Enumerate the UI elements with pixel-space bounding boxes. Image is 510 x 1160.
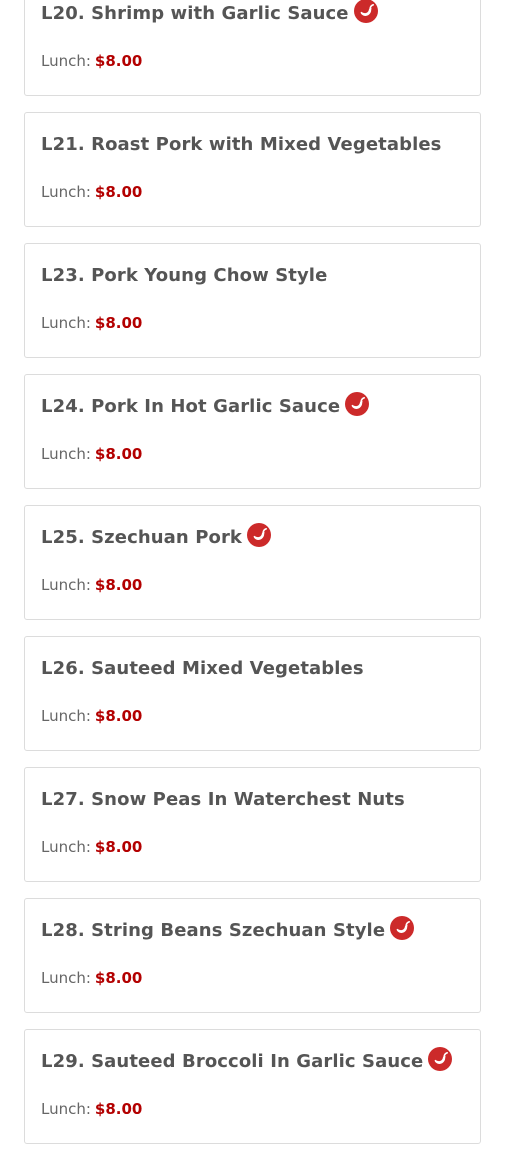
menu-item-name: L27. Snow Peas In Waterchest Nuts [41,788,405,810]
menu-item-name: L23. Pork Young Chow Style [41,264,328,286]
price-value: $8.00 [94,314,143,332]
spicy-pepper-icon [345,392,370,416]
price-label: Lunch: [41,52,91,70]
menu-item-name: L26. Sauteed Mixed Vegetables [41,657,364,679]
price-label: Lunch: [41,576,91,594]
spicy-pepper-icon [247,523,272,547]
price-value: $8.00 [94,576,143,594]
menu-item-title-row: L20. Shrimp with Garlic Sauce [41,0,378,28]
menu-item-name: L29. Sauteed Broccoli In Garlic Sauce [41,1050,424,1072]
menu-item-card[interactable]: L27. Snow Peas In Waterchest Nuts Lunch:… [24,767,481,882]
menu-item-price-row: Lunch: $8.00 [41,707,142,725]
menu-item-list: L20. Shrimp with Garlic Sauce Lunch: $8.0… [24,0,481,1160]
menu-item-price-row: Lunch: $8.00 [41,969,142,987]
price-label: Lunch: [41,445,91,463]
menu-item-card[interactable]: L26. Sauteed Mixed Vegetables Lunch: $8.0… [24,636,481,751]
price-value: $8.00 [94,52,143,70]
price-value: $8.00 [94,838,143,856]
menu-item-card[interactable]: L20. Shrimp with Garlic Sauce Lunch: $8.0… [24,0,481,96]
price-label: Lunch: [41,838,91,856]
menu-item-card[interactable]: L29. Sauteed Broccoli In Garlic Sauce Lu… [24,1029,481,1144]
menu-item-name: L20. Shrimp with Garlic Sauce [41,2,349,24]
menu-item-title-row: L27. Snow Peas In Waterchest Nuts [41,784,405,814]
price-label: Lunch: [41,183,91,201]
menu-item-title-row: L24. Pork In Hot Garlic Sauce [41,391,370,421]
price-value: $8.00 [94,1100,143,1118]
menu-item-name: L21. Roast Pork with Mixed Vegetables [41,133,442,155]
menu-item-title-row: L25. Szechuan Pork [41,522,272,552]
menu-item-card[interactable]: L24. Pork In Hot Garlic Sauce Lunch: $8.0… [24,374,481,489]
price-value: $8.00 [94,445,143,463]
menu-item-price-row: Lunch: $8.00 [41,576,142,594]
menu-item-name: L28. String Beans Szechuan Style [41,919,386,941]
price-label: Lunch: [41,707,91,725]
menu-item-name: L24. Pork In Hot Garlic Sauce [41,395,341,417]
price-value: $8.00 [94,707,143,725]
price-value: $8.00 [94,969,143,987]
menu-item-card[interactable]: L28. String Beans Szechuan Style Lunch: $… [24,898,481,1013]
menu-item-price-row: Lunch: $8.00 [41,838,142,856]
menu-item-title-row: L23. Pork Young Chow Style [41,260,327,290]
menu-item-price-row: Lunch: $8.00 [41,183,142,201]
price-value: $8.00 [94,183,143,201]
menu-item-card[interactable]: L23. Pork Young Chow Style Lunch: $8.00 [24,243,481,358]
menu-item-card[interactable]: L25. Szechuan Pork Lunch: $8.00 [24,505,481,620]
price-label: Lunch: [41,969,91,987]
price-label: Lunch: [41,1100,91,1118]
spicy-pepper-icon [428,1047,453,1071]
menu-item-title-row: L28. String Beans Szechuan Style [41,915,415,945]
price-label: Lunch: [41,314,91,332]
menu-item-title-row: L26. Sauteed Mixed Vegetables [41,653,364,683]
spicy-pepper-icon [353,0,378,23]
menu-item-price-row: Lunch: $8.00 [41,314,142,332]
menu-item-price-row: Lunch: $8.00 [41,445,142,463]
spicy-pepper-icon [390,916,415,940]
menu-item-title-row: L21. Roast Pork with Mixed Vegetables [41,129,441,159]
menu-item-price-row: Lunch: $8.00 [41,52,142,70]
menu-item-name: L25. Szechuan Pork [41,526,243,548]
menu-item-card[interactable]: L21. Roast Pork with Mixed Vegetables Lu… [24,112,481,227]
menu-item-title-row: L29. Sauteed Broccoli In Garlic Sauce [41,1046,453,1076]
menu-item-price-row: Lunch: $8.00 [41,1100,142,1118]
